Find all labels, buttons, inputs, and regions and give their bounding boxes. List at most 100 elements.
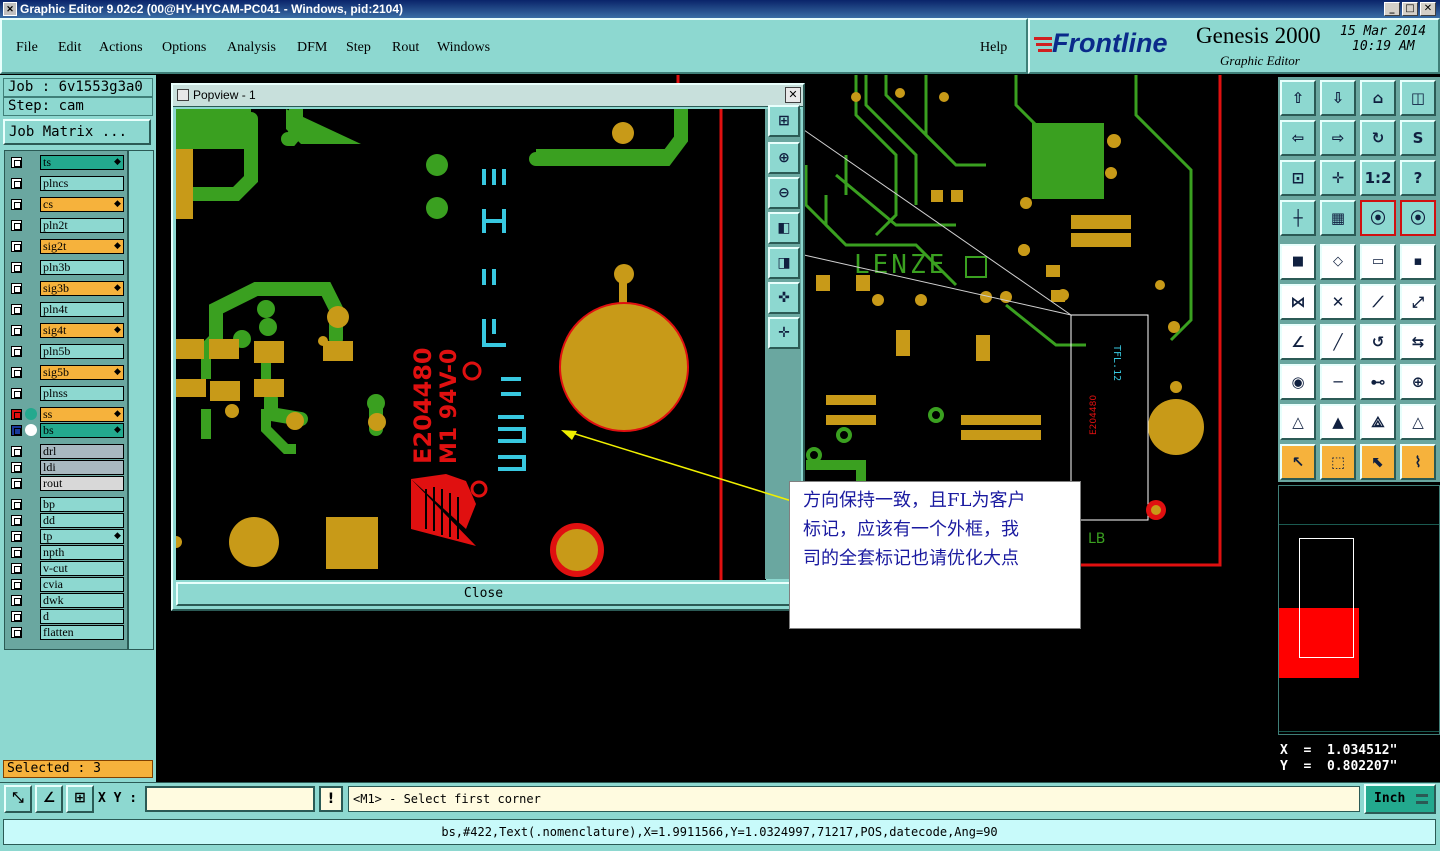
menu-options[interactable]: Options [162, 40, 206, 56]
layer-checkbox[interactable] [11, 627, 22, 638]
split-view-icon[interactable]: ◫ [1400, 80, 1436, 116]
layer-checkbox[interactable] [11, 262, 22, 273]
minimize-button[interactable]: _ [1384, 2, 1400, 16]
layer-checkbox[interactable] [11, 409, 22, 420]
select-line-icon[interactable]: ⟋ [1360, 284, 1396, 320]
layer-row-flatten[interactable]: flatten [8, 625, 124, 640]
menu-step[interactable]: Step [346, 40, 371, 56]
line-icon[interactable]: ╱ [1320, 324, 1356, 360]
pan-up-icon[interactable]: ⇧ [1280, 80, 1316, 116]
layer-row-ts[interactable]: ts ◆ [8, 155, 124, 170]
help-icon[interactable]: ? [1400, 160, 1436, 196]
menu-help[interactable]: Help [980, 40, 1007, 56]
layer-row-cs[interactable]: cs ◆ [8, 197, 124, 212]
snap-icon[interactable]: ⤡ [4, 785, 32, 813]
layer-checkbox[interactable] [11, 515, 22, 526]
layer-checkbox[interactable] [11, 241, 22, 252]
menu-rout[interactable]: Rout [392, 40, 419, 56]
layer-row-plnss[interactable]: plnss [8, 386, 124, 401]
mirror-icon[interactable]: ⇆ [1400, 324, 1436, 360]
route-icon[interactable]: ⌇ [1400, 444, 1436, 480]
film-icon[interactable]: ■ [1280, 244, 1316, 280]
layer-row-v-cut[interactable]: v-cut [8, 561, 124, 576]
layer-row-sig3b[interactable]: sig3b ◆ [8, 281, 124, 296]
xy-input[interactable] [145, 786, 315, 812]
layer-checkbox[interactable] [11, 462, 22, 473]
menu-file[interactable]: File [16, 40, 38, 56]
menu-windows[interactable]: Windows [437, 40, 490, 56]
layer-checkbox[interactable] [11, 425, 22, 436]
layer-row-pln4t[interactable]: pln4t [8, 302, 124, 317]
layer-row-pln3b[interactable]: pln3b [8, 260, 124, 275]
pan-left-icon[interactable]: ⇦ [1280, 120, 1316, 156]
layer-display-2-icon[interactable]: ⦿ [1400, 200, 1436, 236]
layer-checkbox[interactable] [11, 563, 22, 574]
layer-checkbox[interactable] [11, 178, 22, 189]
home-icon[interactable]: ⌂ [1360, 80, 1396, 116]
layer-checkbox[interactable] [11, 531, 22, 542]
menu-actions[interactable]: Actions [99, 40, 143, 56]
layer-checkbox[interactable] [11, 611, 22, 622]
layer-checkbox[interactable] [11, 325, 22, 336]
zoom-out-icon[interactable]: ⊖ [768, 177, 800, 209]
layer-checkbox[interactable] [11, 478, 22, 489]
group-icon[interactable]: ⊕ [1400, 364, 1436, 400]
redraw-icon[interactable]: ↻ [1360, 120, 1396, 156]
cross-icon[interactable]: ✕ [1320, 284, 1356, 320]
select-box-icon[interactable]: ⬚ [1320, 444, 1356, 480]
select-region-icon[interactable]: ⬉ [1360, 444, 1396, 480]
layer-checkbox[interactable] [11, 346, 22, 357]
angle-icon[interactable]: ∠ [1280, 324, 1316, 360]
zoom-home-icon[interactable]: ⊞ [768, 105, 800, 137]
layer-row-rout[interactable]: rout [8, 476, 124, 491]
snap-icon[interactable]: ▪ [1400, 244, 1436, 280]
layer-checkbox[interactable] [11, 220, 22, 231]
ruler-icon[interactable]: ┼ [1280, 200, 1316, 236]
layer-row-drl[interactable]: drl [8, 444, 124, 459]
layer-checkbox[interactable] [11, 388, 22, 399]
layer-row-d[interactable]: d [8, 609, 124, 624]
select-arrow-icon[interactable]: ⤢ [1400, 284, 1436, 320]
fit-icon[interactable]: ✜ [768, 282, 800, 314]
s-curve-icon[interactable]: S [1400, 120, 1436, 156]
layer-row-npth[interactable]: npth [8, 545, 124, 560]
measure-icon[interactable]: ▭ [1360, 244, 1396, 280]
pad-icon[interactable]: ◉ [1280, 364, 1316, 400]
layer-checkbox[interactable] [11, 547, 22, 558]
layer-row-sig5b[interactable]: sig5b ◆ [8, 365, 124, 380]
overview-map[interactable] [1278, 485, 1440, 735]
layer-checkbox[interactable] [11, 157, 22, 168]
layer-row-ldi[interactable]: ldi [8, 460, 124, 475]
layer-checkbox[interactable] [11, 199, 22, 210]
layer-row-pln5b[interactable]: pln5b [8, 344, 124, 359]
job-matrix-button[interactable]: Job Matrix ... [3, 119, 151, 145]
grid-icon[interactable]: ▦ [1320, 200, 1356, 236]
layer-list-scrollbar[interactable] [128, 150, 154, 650]
net-icon[interactable]: ⋈ [1280, 284, 1316, 320]
menu-dfm[interactable]: DFM [297, 40, 327, 56]
maximize-button[interactable]: □ [1402, 2, 1418, 16]
layer-checkbox[interactable] [11, 283, 22, 294]
break-icon[interactable]: ─ [1320, 364, 1356, 400]
layer-display-icon[interactable]: ⦿ [1360, 200, 1396, 236]
zoom-in-icon[interactable]: ⊕ [768, 142, 800, 174]
close-window-button[interactable]: ✕ [1420, 2, 1436, 16]
layer-checkbox[interactable] [11, 446, 22, 457]
layer-row-bp[interactable]: bp [8, 497, 124, 512]
triangle-4-icon[interactable]: △ [1400, 404, 1436, 440]
alert-icon[interactable]: ! [319, 786, 343, 812]
popview-close-button[interactable]: Close [176, 582, 791, 606]
menu-edit[interactable]: Edit [58, 40, 81, 56]
layer-row-ss[interactable]: ss ◆ [8, 407, 124, 422]
angle-snap-icon[interactable]: ∠ [35, 785, 63, 813]
triangle-3-icon[interactable]: ⟁ [1360, 404, 1396, 440]
layer-checkbox[interactable] [11, 595, 22, 606]
units-selector[interactable]: Inch [1364, 784, 1436, 814]
layer-row-dwk[interactable]: dwk [8, 593, 124, 608]
triangle-icon[interactable]: △ [1280, 404, 1316, 440]
pan-left-icon[interactable]: ◧ [768, 212, 800, 244]
layer-row-dd[interactable]: dd [8, 513, 124, 528]
select-icon[interactable]: ↖ [1280, 444, 1316, 480]
layer-row-bs[interactable]: bs ◆ [8, 423, 124, 438]
grid-snap-icon[interactable]: ⊞ [66, 785, 94, 813]
